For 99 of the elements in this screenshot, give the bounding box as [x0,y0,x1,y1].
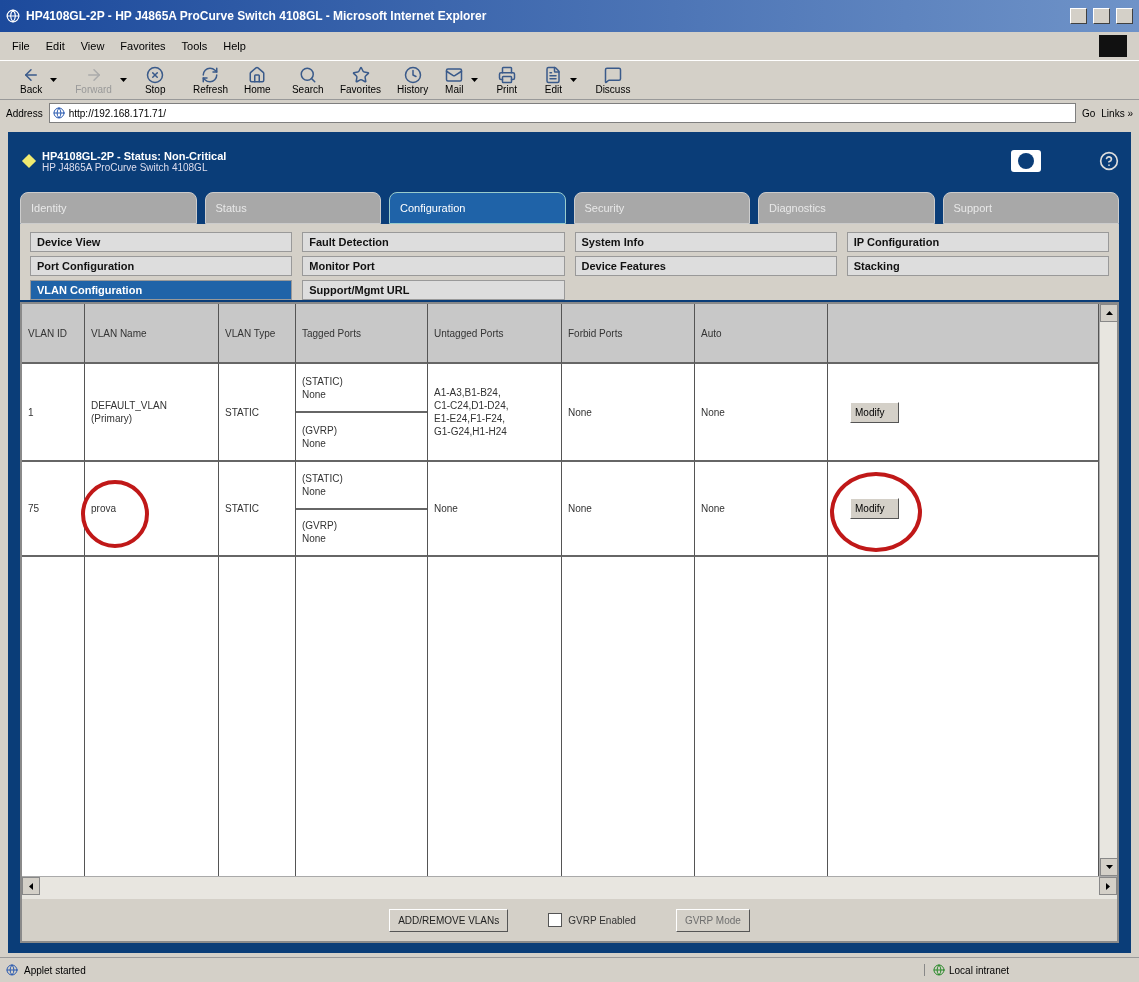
toolbar-button[interactable]: Mail [439,65,487,95]
menu-item[interactable]: File [12,40,30,52]
page-icon [52,107,65,119]
scroll-right-button[interactable] [1099,877,1117,895]
logo-icon [1011,150,1041,172]
help-icon[interactable] [1099,151,1119,171]
column-header: VLAN ID [22,304,85,364]
table-cell: A1-A3,B1-B24, C1-C24,D1-D24, E1-E24,F1-F24, G1-G24,H1-H24 [434,386,509,438]
toolbar-button[interactable]: History [391,65,436,95]
subnav-item[interactable]: Port Configuration [30,256,293,276]
maximize-button[interactable] [1093,8,1110,24]
subnav-item[interactable]: Stacking [846,256,1109,276]
minimize-button[interactable] [1070,8,1087,24]
go-button[interactable]: Go [1081,107,1096,119]
right-arrow-icon [1106,882,1110,890]
down-arrow-icon [1105,865,1113,869]
device-title: HP4108GL-2P - Status: Non-Critical [42,149,227,162]
speech-bubble-icon [603,65,622,84]
browser-icon [6,9,20,23]
table-cell: (STATIC) None [302,374,343,401]
toolbar-button[interactable]: Home [237,65,282,95]
checkbox-label: GVRP Enabled [568,913,636,927]
refresh-icon [201,65,220,84]
table-cell: (GVRP) None [302,519,337,546]
subnav-item[interactable]: Fault Detection [302,232,565,252]
column-header: Forbid Ports [562,304,695,364]
star-icon [351,65,370,84]
table-cell: None [568,502,592,515]
vertical-scrollbar[interactable] [1099,304,1117,876]
printer-icon [497,65,516,84]
menu-item[interactable]: Tools [181,40,208,52]
page-icon [6,964,18,976]
toolbar-button[interactable]: Favorites [333,65,388,95]
caret-icon [471,78,479,82]
table-cell: None [701,502,725,515]
browser-logo [1099,35,1127,57]
menu-item[interactable]: View [80,40,105,52]
links-button[interactable]: Links » [1101,107,1133,119]
subnav-item[interactable]: IP Configuration [846,232,1109,252]
toolbar-button[interactable]: Discuss [589,65,637,95]
column-header: VLAN Type [219,304,296,364]
scroll-left-button[interactable] [22,877,40,895]
window-title: HP4108GL-2P - HP J4865A ProCurve Switch 4108GL - Microsoft Internet Explorer [26,9,488,23]
table-cell: DEFAULT_VLAN (Primary) [91,399,167,425]
column-header: Auto [695,304,828,364]
toolbar-button[interactable]: Refresh [186,65,234,95]
subnav-item[interactable]: VLAN Configuration [30,280,293,300]
column-header: Untagged Ports [428,304,562,364]
device-subtitle: HP J4865A ProCurve Switch 4108GL [42,161,209,173]
toolbar-button[interactable]: Back [14,65,66,95]
subnav-item[interactable]: Device View [30,232,293,252]
caret-icon [570,78,578,82]
toolbar-button[interactable]: Stop [138,65,183,95]
menu-item[interactable]: Edit [45,40,65,52]
modify-button[interactable]: Modify [850,401,900,423]
modify-button[interactable]: Modify [850,498,900,519]
menu-item[interactable]: Favorites [120,40,166,52]
table-cell: prova [91,502,116,515]
clock-icon [403,65,422,84]
subnav-item[interactable]: Support/Mgmt URL [302,280,565,300]
scroll-up-button[interactable] [1100,304,1118,322]
mail-icon [445,65,464,84]
horizontal-scrollbar[interactable] [22,876,1117,899]
zone-text: Local intranet [949,964,1010,976]
caret-icon [119,78,127,82]
table-cell: (GVRP) None [302,423,337,450]
globe-icon [933,964,945,976]
gvrp-checkbox[interactable] [548,913,563,927]
table-cell: STATIC [225,502,260,515]
scroll-down-button[interactable] [1100,858,1118,876]
document-icon [544,65,563,84]
table-cell: None [701,405,725,419]
address-label: Address [6,107,43,119]
table-cell: (STATIC) None [302,471,343,498]
stop-icon [146,65,165,84]
address-field[interactable]: http://192.168.171.71/ [48,103,1076,123]
toolbar-button[interactable]: Edit [538,65,586,95]
close-button[interactable] [1116,8,1133,24]
left-arrow-icon [29,882,33,890]
table-cell: 75 [28,502,40,515]
subnav-item[interactable]: Monitor Port [302,256,565,276]
add-remove-vlans-button[interactable]: ADD/REMOVE VLANs [389,908,509,932]
column-header: VLAN Name [85,304,219,364]
table-cell: None [434,502,458,515]
subnav-item[interactable]: Device Features [574,256,837,276]
table-cell: 1 [28,405,34,419]
menu-item[interactable]: Help [223,40,246,52]
home-icon [248,65,267,84]
column-header: Tagged Ports [296,304,428,364]
subnav-item[interactable]: System Info [574,232,837,252]
caret-icon [50,78,58,82]
up-arrow-icon [1105,311,1113,315]
search-icon [298,65,317,84]
table-cell: None [568,405,592,419]
table-cell: STATIC [225,405,260,419]
toolbar-button[interactable]: Print [490,65,535,95]
status-text: Applet started [24,964,86,976]
tab[interactable]: Configuration [389,192,566,224]
toolbar-button[interactable]: Search [285,65,330,95]
